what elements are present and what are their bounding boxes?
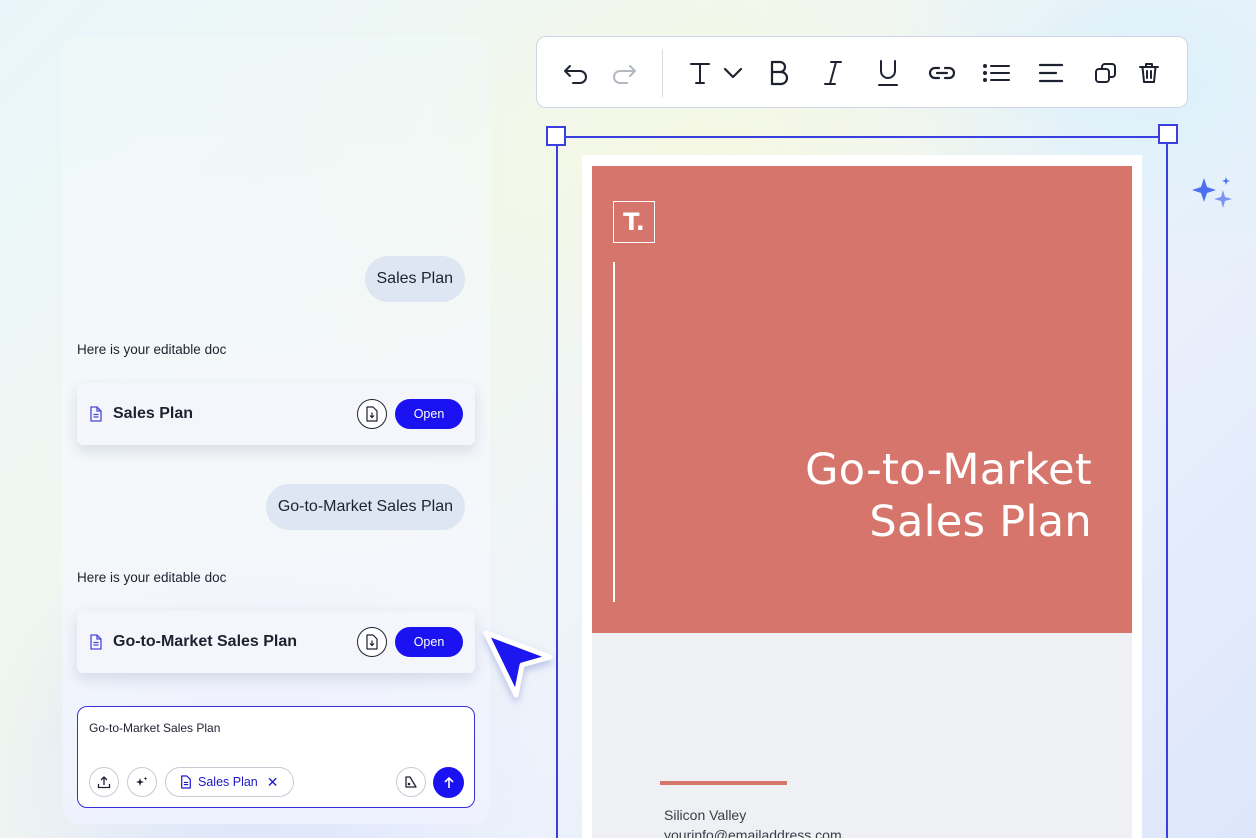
doc-card-title: Sales Plan — [113, 405, 194, 422]
bold-icon — [770, 60, 789, 86]
ai-enhance-button[interactable] — [127, 767, 157, 797]
assistant-message: Here is your editable doc — [77, 342, 227, 357]
document-icon — [181, 775, 191, 789]
template-icon — [405, 776, 417, 788]
selection-frame — [556, 136, 1168, 838]
toolbar-divider — [662, 49, 663, 97]
document-icon — [89, 406, 105, 422]
doc-card-title: Go-to-Market Sales Plan — [113, 633, 298, 650]
download-button[interactable] — [357, 627, 387, 657]
user-message: Sales Plan — [364, 256, 465, 302]
document-icon — [89, 634, 105, 650]
resize-handle-top-right[interactable] — [1158, 124, 1178, 144]
send-button[interactable] — [433, 767, 464, 798]
bullet-list-button[interactable] — [978, 55, 1014, 91]
underline-button[interactable] — [870, 55, 906, 91]
redo-icon — [613, 65, 636, 84]
remove-attachment-icon[interactable]: ✕ — [267, 774, 279, 791]
undo-icon — [564, 65, 587, 84]
resize-handle-top-left[interactable] — [546, 126, 566, 146]
composer-input[interactable]: Go-to-Market Sales Plan — [89, 721, 220, 735]
underline-icon — [878, 60, 898, 86]
cursor-pointer-icon — [483, 630, 553, 698]
bullet-list-icon — [983, 64, 1010, 82]
align-left-icon — [1038, 63, 1064, 83]
download-icon — [366, 406, 378, 422]
sparkle-icon — [1192, 177, 1232, 208]
sparkle-icon — [136, 776, 148, 786]
message-composer[interactable]: Go-to-Market Sales Plan Sales Plan ✕ — [77, 706, 475, 808]
format-toolbar — [536, 36, 1188, 108]
duplicate-icon — [1095, 63, 1116, 83]
align-left-button[interactable] — [1033, 55, 1069, 91]
upload-icon — [97, 776, 111, 789]
arrow-up-icon — [443, 776, 454, 788]
delete-button[interactable] — [1131, 55, 1167, 91]
undo-button[interactable] — [558, 55, 594, 91]
link-icon — [928, 66, 956, 80]
open-button[interactable]: Open — [395, 627, 463, 657]
text-style-button[interactable] — [682, 55, 718, 91]
download-icon — [366, 634, 378, 650]
template-button[interactable] — [396, 767, 426, 797]
upload-button[interactable] — [89, 767, 119, 797]
duplicate-button[interactable] — [1088, 55, 1124, 91]
attachment-chip-label: Sales Plan — [198, 775, 258, 789]
chat-panel: Sales Plan Here is your editable doc Sal… — [62, 36, 490, 824]
doc-card[interactable]: Go-to-Market Sales Plan Open — [77, 611, 475, 673]
chevron-down-icon — [723, 67, 743, 79]
open-button[interactable]: Open — [395, 399, 463, 429]
user-message: Go-to-Market Sales Plan — [265, 484, 465, 530]
download-button[interactable] — [357, 399, 387, 429]
link-button[interactable] — [924, 55, 960, 91]
text-style-dropdown[interactable] — [715, 55, 751, 91]
bold-button[interactable] — [761, 55, 797, 91]
redo-button[interactable] — [606, 55, 642, 91]
italic-button[interactable] — [815, 55, 851, 91]
italic-icon — [824, 61, 842, 85]
delete-icon — [1139, 63, 1159, 83]
assistant-message: Here is your editable doc — [77, 570, 227, 585]
doc-card[interactable]: Sales Plan Open — [77, 383, 475, 445]
attachment-chip[interactable]: Sales Plan ✕ — [165, 767, 294, 797]
text-style-icon — [690, 63, 710, 84]
